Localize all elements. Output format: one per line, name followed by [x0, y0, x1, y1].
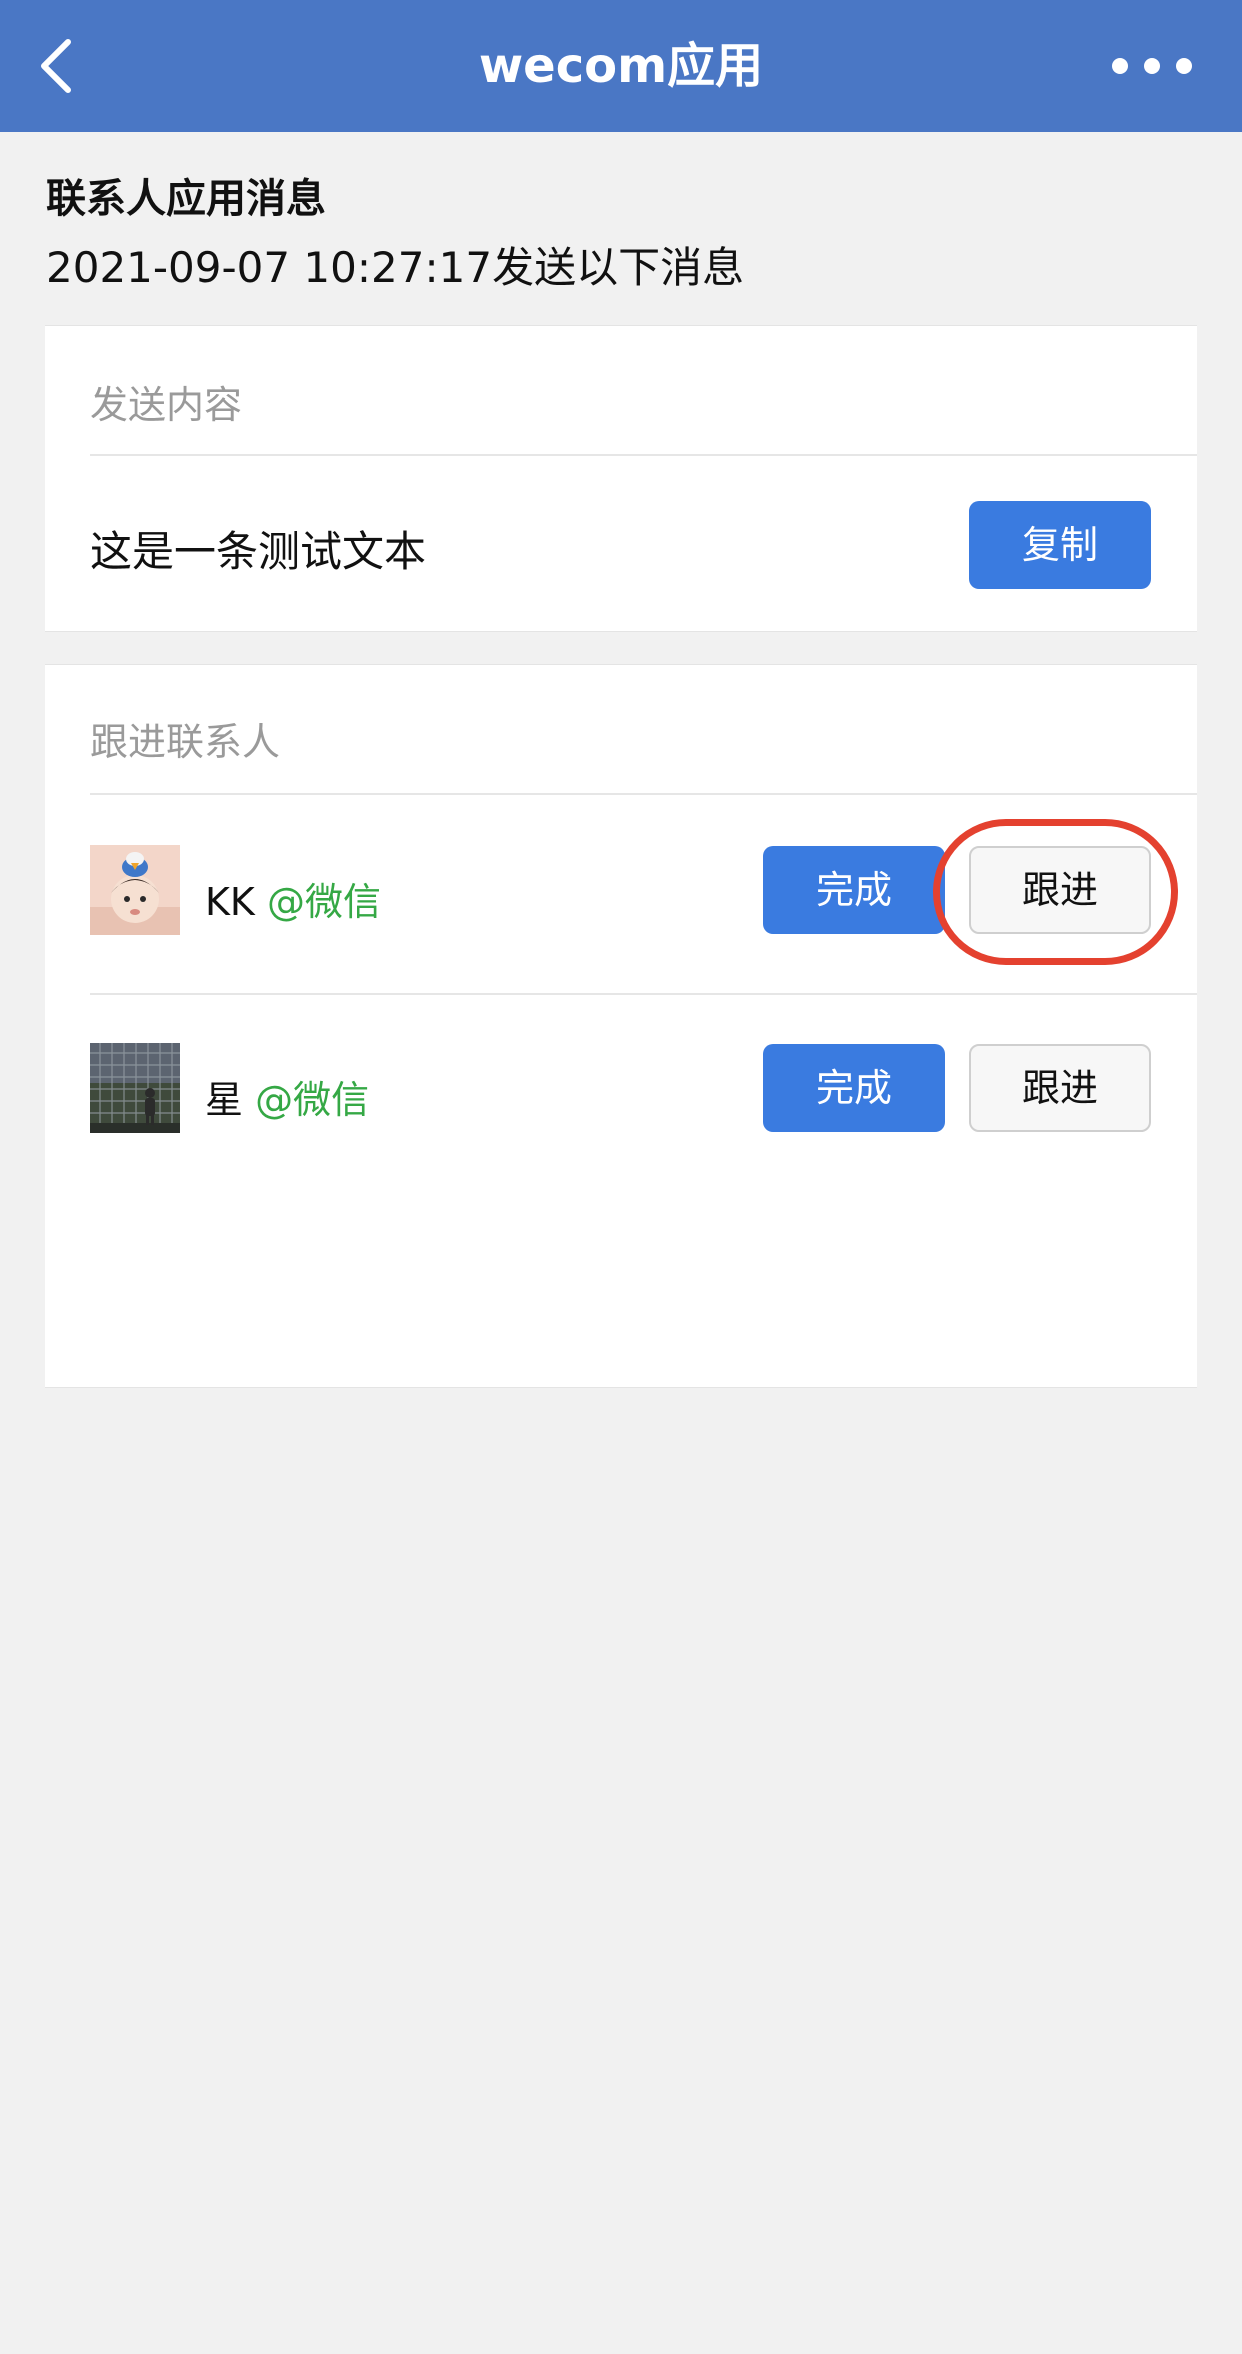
complete-button[interactable]: 完成: [763, 1044, 945, 1132]
contact-name-text: KK: [205, 880, 255, 924]
message-content-text: 这是一条测试文本: [90, 527, 427, 576]
contact-row: 星 @微信 完成 跟进: [45, 993, 1197, 1183]
divider: [90, 454, 1197, 456]
message-title: 联系人应用消息: [46, 176, 326, 222]
contact-name-text: 星: [205, 1078, 244, 1122]
follow-up-button[interactable]: 跟进: [969, 1044, 1151, 1132]
follow-contacts-card: 跟进联系人 KK @微信 完成 跟进 星 @微信 完成 跟进: [45, 664, 1197, 1388]
contact-source: @微信: [266, 880, 381, 924]
navigation-bar: wecom应用: [0, 0, 1242, 132]
contact-row: KK @微信 完成 跟进: [45, 795, 1197, 985]
complete-button[interactable]: 完成: [763, 846, 945, 934]
send-content-label: 发送内容: [90, 383, 243, 427]
send-content-card: 发送内容 这是一条测试文本 复制: [45, 325, 1197, 632]
contact-source: @微信: [255, 1078, 370, 1122]
message-sent-time: 2021-09-07 10:27:17发送以下消息: [46, 243, 745, 292]
avatar: [90, 845, 180, 935]
contact-name: KK @微信: [205, 871, 381, 926]
avatar: [90, 1043, 180, 1133]
more-dots-icon: [1112, 58, 1192, 74]
copy-button[interactable]: 复制: [969, 501, 1151, 589]
more-button[interactable]: [1104, 44, 1200, 88]
follow-up-button[interactable]: 跟进: [969, 846, 1151, 934]
follow-contacts-label: 跟进联系人: [90, 720, 281, 764]
page-title: wecom应用: [478, 38, 764, 94]
contact-name: 星 @微信: [205, 1069, 369, 1124]
